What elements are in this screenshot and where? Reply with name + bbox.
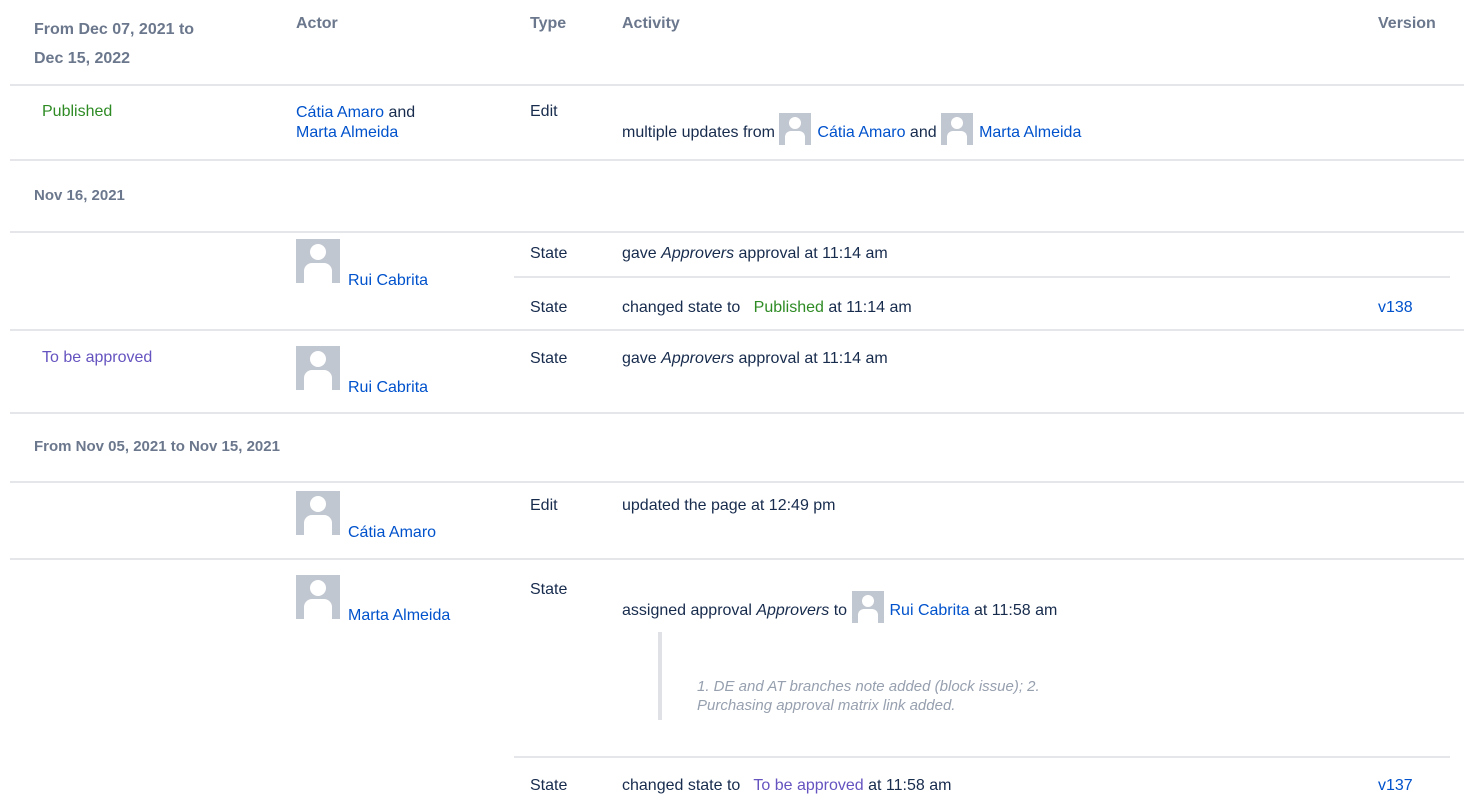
actor-and: and [388,104,416,121]
type-state: State [530,245,568,262]
activity-updated-page: updated the page at 12:49 pm [622,497,836,514]
activity-suffix: approval at 11:14 am [738,350,888,367]
type-state: State [530,581,568,598]
approvers-group: Approvers [661,245,735,262]
status-published: Published [42,103,113,120]
user-avatar-icon [851,591,884,623]
divider [10,481,1464,483]
actor-link-catia[interactable]: Cátia Amaro [296,104,384,121]
group-date: From Nov 05, 2021 to Nov 15, 2021 [34,438,280,455]
header-date-range: From Dec 07, 2021 to Dec 15, 2022 [34,15,194,73]
comment-line-2: Purchasing approval matrix link added. [697,697,956,714]
divider [514,276,1450,278]
user-avatar-icon [296,491,340,535]
activity-suffix: at 11:58 am [868,777,952,794]
activity-prefix: gave [622,350,657,367]
activity-prefix: changed state to [622,777,741,794]
activity-suffix: approval at 11:14 am [738,245,888,262]
activity-to: to [833,602,848,619]
approval-comment: 1. DE and AT branches note added (block … [697,677,1157,715]
activity-user-link-marta[interactable]: Marta Almeida [979,124,1081,141]
activity-suffix: at 11:14 am [828,299,912,316]
divider [10,159,1464,161]
actor-link-rui[interactable]: Rui Cabrita [348,272,428,290]
header-activity: Activity [622,15,680,32]
actor-link-marta[interactable]: Marta Almeida [348,607,450,625]
state-to-be-approved: To be approved [753,777,864,794]
header-date-line-1: From Dec 07, 2021 to [34,21,195,38]
type-edit: Edit [530,497,558,514]
divider [10,84,1464,86]
activity-prefix: changed state to [622,299,741,316]
state-published: Published [753,299,824,316]
activity-assigned-approval: assigned approval Approvers to Rui Cabri… [622,591,1057,623]
divider [10,558,1464,560]
user-avatar-icon [296,346,340,390]
actor-link-rui[interactable]: Rui Cabrita [348,379,428,397]
actor-link-marta[interactable]: Marta Almeida [296,124,398,141]
activity-user-link-catia[interactable]: Cátia Amaro [817,124,905,141]
activity-gave-approval: gave Approvers approval at 11:14 am [622,245,888,263]
approvers-group: Approvers [661,350,735,367]
user-avatar-icon [779,113,812,145]
comment-quote-bar [658,632,662,720]
type-state: State [530,350,568,367]
group-date: Nov 16, 2021 [34,187,125,204]
activity-suffix: at 11:58 am [973,602,1058,619]
actor-link-catia[interactable]: Cátia Amaro [348,524,436,542]
activity-prefix: multiple updates from [622,124,775,141]
type-edit: Edit [530,103,558,120]
status-to-be-approved: To be approved [42,349,153,366]
header-actor: Actor [296,15,338,32]
activity-changed-state: changed state to To be approved at 11:58… [622,777,951,795]
user-avatar-icon [941,113,974,145]
header-date-line-2: Dec 15, 2022 [34,50,131,67]
activity-gave-approval: gave Approvers approval at 11:14 am [622,350,888,368]
divider [10,231,1464,233]
divider [10,412,1464,414]
version-link-v137[interactable]: v137 [1378,777,1413,795]
activity-user-link-rui[interactable]: Rui Cabrita [890,602,970,619]
type-state: State [530,299,568,316]
approvers-group: Approvers [756,602,830,619]
activity-changed-state: changed state to Published at 11:14 am [622,299,912,317]
activity-and: and [909,124,937,141]
divider [514,756,1450,758]
header-version: Version [1378,15,1436,32]
actor-names: Cátia Amaro and Marta Almeida [296,103,415,143]
activity-prefix: assigned approval [622,602,752,619]
divider [10,329,1464,331]
version-link-v138[interactable]: v138 [1378,299,1413,317]
comment-line-1: 1. DE and AT branches note added (block … [697,678,1040,695]
header-type: Type [530,15,567,32]
type-state: State [530,777,568,794]
activity-multiple-updates: multiple updates from Cátia Amaro and Ma… [622,113,1081,145]
activity-prefix: gave [622,245,657,262]
user-avatar-icon [296,239,340,283]
user-avatar-icon [296,575,340,619]
